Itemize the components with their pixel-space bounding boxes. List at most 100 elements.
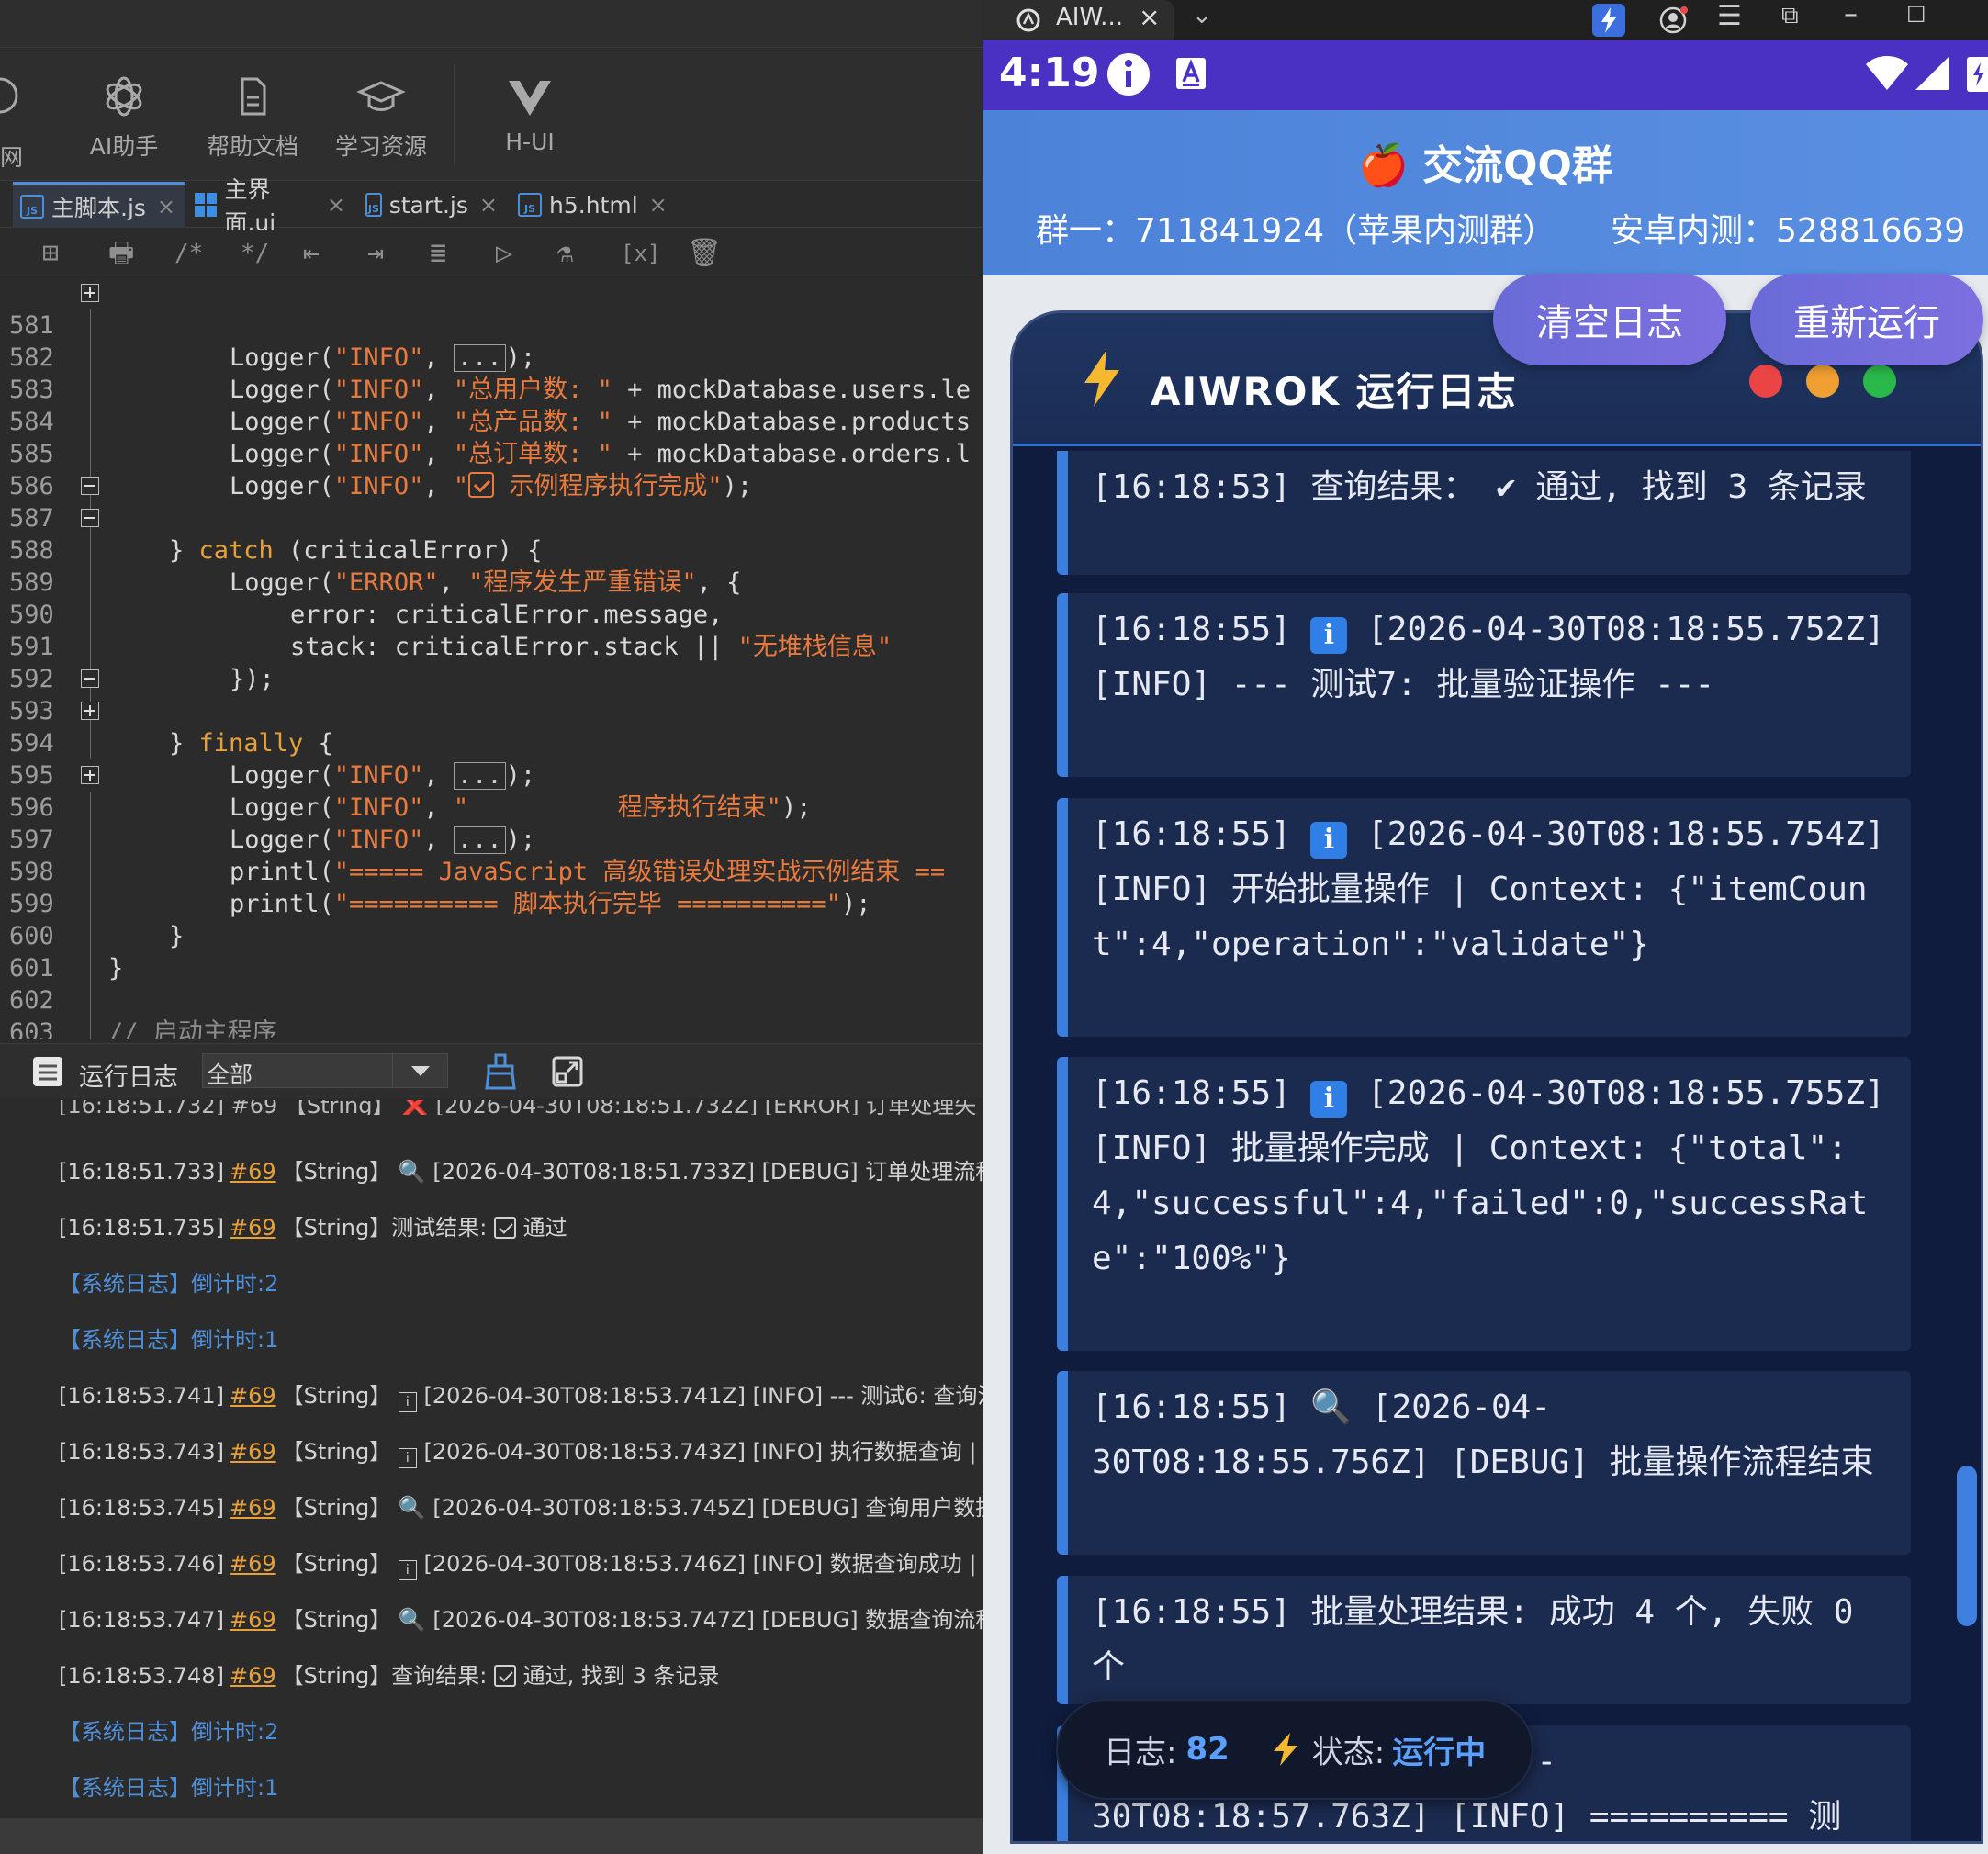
toolbar-h-ui[interactable]: H-UI [470, 72, 590, 173]
comment-start-icon[interactable]: /* [174, 239, 203, 268]
close-icon[interactable]: × [1139, 2, 1160, 32]
tab-h5-html[interactable]: JS h5.html × [511, 182, 676, 228]
aiwrok-log-card: AIWROK 运行日志 [16:18:53] 查询结果： ✔ 通过, 找到 3 … [1010, 310, 1983, 1844]
clear-log-button[interactable]: 清空日志 [1493, 274, 1726, 365]
format-icon[interactable]: ≣ [430, 239, 446, 268]
fold-expand-icon[interactable] [81, 766, 99, 784]
state-value: 运行中 [1392, 1734, 1487, 1771]
toolbar-help-docs[interactable]: 帮助文档 [193, 72, 312, 173]
log-id-link[interactable]: #69 [230, 1383, 276, 1409]
tab-close-icon[interactable]: × [327, 192, 345, 218]
tab-main-ui[interactable]: 主界面.ui × [187, 176, 353, 236]
emulator-window-bar: AIW... × ⌄ ☰ ⧉ – ☐ [983, 0, 1988, 40]
fold-expand-icon[interactable] [81, 702, 99, 720]
fold-expand-icon[interactable] [81, 284, 99, 302]
emulator-tab[interactable]: AIW... × [983, 0, 1174, 40]
log-filter-value: 全部 [207, 1062, 253, 1088]
openai-icon [106, 76, 142, 117]
tab-label: 主脚本.js [51, 194, 146, 221]
code-line: 582 Logger("INFO", "总用户数: " + mockDataba… [0, 309, 983, 404]
popout-window-icon[interactable] [551, 1055, 584, 1088]
qq-group-one[interactable]: 群一：711841924（苹果内测群） [1036, 204, 1556, 252]
minimize-icon[interactable]: – [1844, 0, 1858, 30]
account-icon[interactable] [1658, 6, 1688, 35]
scrollbar-thumb[interactable] [1957, 1466, 1977, 1626]
tab-close-icon[interactable]: × [479, 192, 498, 218]
log-id-link[interactable]: #69 [230, 1495, 276, 1521]
chevron-down-icon[interactable] [392, 1054, 447, 1087]
info-icon: i [398, 1560, 417, 1580]
log-line-cutoff: [16:18:51.732] #69 【String】 ❌ [2026-04-3… [59, 1100, 977, 1115]
variable-icon[interactable]: [x] [621, 239, 660, 268]
code-line: 590 stack: criticalError.stack || "无堆栈信息… [0, 567, 983, 661]
fold-collapse-icon[interactable] [81, 669, 99, 688]
indent-icon[interactable]: ⇥ [367, 239, 384, 268]
log-card-title: AIWROK 运行日志 [1151, 369, 1518, 414]
log-id-link[interactable]: #69 [230, 1159, 276, 1185]
log-count-value: 82 [1185, 1731, 1230, 1768]
code-line: 588 Logger("ERROR", "程序发生严重错误", { [0, 502, 983, 597]
log-line: [16:18:51.733] #69 【String】 🔍 [2026-04-30T… [59, 1159, 983, 1185]
run-icon[interactable]: ▷ [496, 239, 512, 268]
log-id-link[interactable]: #69 [230, 1215, 276, 1241]
add-icon[interactable]: ⊞ [42, 239, 59, 268]
code-line: 600 } [0, 888, 983, 983]
code-line: 598 printl("========== 脚本执行完毕 ==========… [0, 824, 983, 918]
code-line: 602 // 启动主程序 [0, 952, 983, 1039]
toolbar-item-truncated[interactable]: 网 [0, 72, 28, 171]
toolbar-learning-resources[interactable]: 学习资源 [321, 72, 441, 173]
app-logo-icon [1016, 8, 1040, 32]
clipboard-icon[interactable]: 🗑 [687, 239, 722, 268]
tab-label: start.js [388, 191, 468, 219]
green-dot-icon [1863, 365, 1896, 398]
log-line: [16:18:53.741] #69 【String】 i [2026-04-30T… [59, 1377, 983, 1412]
battery-charging-icon [1967, 57, 1988, 92]
tab-close-icon[interactable]: × [649, 192, 668, 218]
pin-window-icon[interactable]: ⧉ [1781, 2, 1799, 30]
line-number: 603 [9, 1018, 54, 1039]
code-editor[interactable]: 581 Logger("INFO", ...); 582 Logger("INF… [0, 277, 983, 1039]
tab-close-icon[interactable]: × [157, 194, 175, 219]
tab-start-js[interactable]: JS start.js × [358, 182, 505, 228]
fold-collapse-icon[interactable] [81, 477, 99, 495]
rerun-button[interactable]: 重新运行 [1750, 274, 1983, 365]
chevron-down-icon[interactable]: ⌄ [1192, 2, 1212, 29]
log-id-link[interactable]: #69 [230, 1551, 276, 1577]
flask-icon[interactable]: ⚗ [556, 239, 573, 268]
log-id-link[interactable]: #69 [230, 1663, 276, 1689]
code-line: 587 } catch (criticalError) { [0, 470, 983, 565]
run-log-header: 运行日志 全部 [0, 1043, 983, 1098]
tab-main-script[interactable]: JS 主脚本.js × [13, 182, 185, 228]
log-line: [16:18:53.747] #69 【String】 🔍 [2026-04-30T… [59, 1607, 983, 1633]
graduation-cap-icon [356, 81, 406, 111]
checkbox-icon [493, 1217, 516, 1239]
qq-group-android[interactable]: 安卓内测：528816639 [1611, 204, 1965, 252]
menu-icon[interactable]: ☰ [1717, 0, 1742, 32]
maximize-icon[interactable]: ☐ [1906, 2, 1926, 28]
editor-toolbar: ⊞ 🖶 /* */ ⇤ ⇥ ≣ ▷ ⚗ [x] 🗑 [0, 230, 983, 275]
info-circle-icon [1107, 53, 1150, 96]
code-line: 591 }); [0, 599, 983, 693]
print-icon[interactable]: 🖶 [108, 239, 134, 268]
fold-collapse-icon[interactable] [81, 509, 99, 527]
editor-tabbar: JS 主脚本.js × 主界面.ui × JS start.js × JS h5… [0, 176, 983, 236]
code-line: 585 Logger("INFO", " 示例程序执行完成"); [0, 406, 983, 500]
orange-dot-icon [1806, 365, 1839, 398]
broom-clear-icon[interactable] [483, 1053, 518, 1090]
log-entry-time: [16:18:55] [1092, 815, 1291, 853]
info-icon: i [1310, 1081, 1348, 1118]
log-filter-select[interactable]: 全部 [202, 1053, 448, 1088]
js-file-icon: JS [518, 193, 542, 217]
outdent-icon[interactable]: ⇤ [303, 239, 320, 268]
run-status-pill: 日志: 82 状态: 运行中 [1056, 1699, 1533, 1800]
lightning-app-icon[interactable] [1592, 4, 1625, 37]
toolbar-ai-assistant[interactable]: AI助手 [64, 72, 184, 173]
toolbar-separator [454, 64, 455, 165]
log-entry-text: [16:18:55] 批量处理结果: 成功 4 个, 失败 0 个 [1092, 1593, 1854, 1686]
run-log-panel[interactable]: [16:18:51.732] #69 【String】 ❌ [2026-04-3… [9, 1100, 983, 1818]
log-line: [16:18:53.748] #69 【String】查询结果: 通过, 找到 3 … [59, 1663, 720, 1689]
log-id-link[interactable]: #69 [230, 1439, 276, 1465]
log-id-link[interactable]: #69 [230, 1607, 276, 1633]
log-entry: [16:18:55] i [2026-04-30T08:18:55.752Z] … [1057, 593, 1911, 777]
comment-end-icon[interactable]: */ [241, 239, 269, 268]
